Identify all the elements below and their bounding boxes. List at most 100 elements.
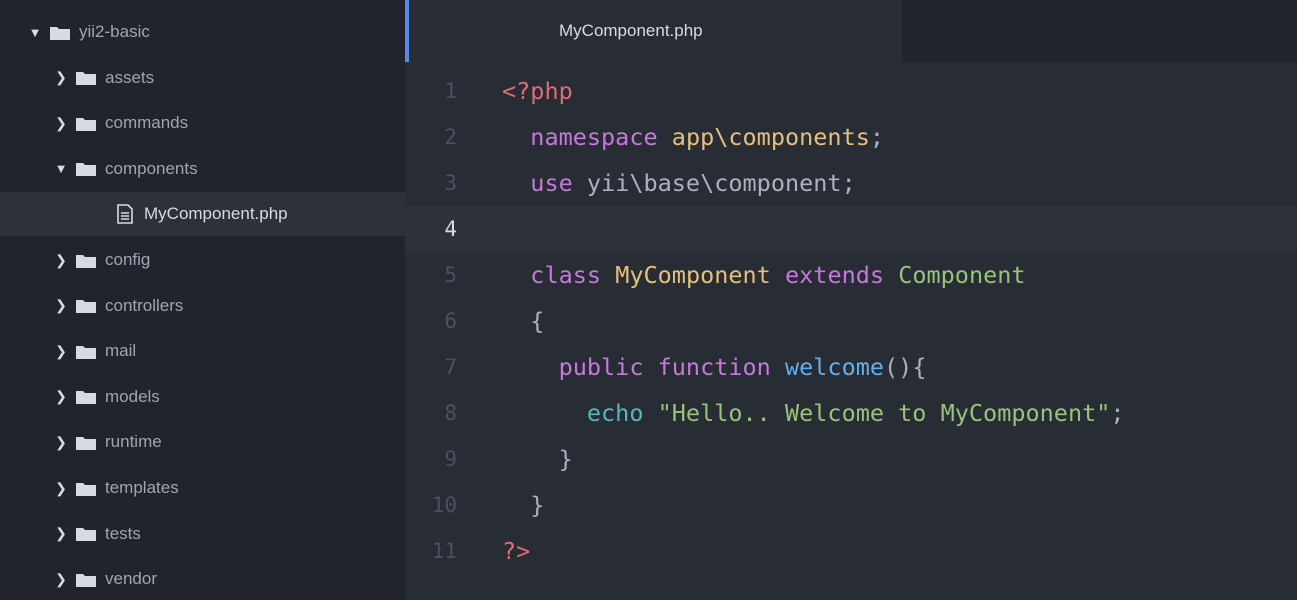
tree-root-yii2-basic[interactable]: ▼ yii2-basic [0, 10, 405, 54]
tree-item-label: tests [105, 523, 141, 543]
code-area[interactable]: 1 <?php 2 namespace app\components; 3 use y… [405, 62, 1297, 600]
tree-item-label: config [105, 250, 151, 269]
line-number: 4 [444, 217, 457, 241]
code-token: echo [586, 399, 644, 427]
tree-item-label: commands [105, 113, 189, 133]
tree-item-label: components [105, 158, 198, 178]
tree-item-label: MyComponent.php [144, 204, 288, 224]
code-line[interactable]: 1 <?php [405, 68, 1297, 114]
line-number: 7 [444, 355, 457, 379]
folder-icon [76, 253, 96, 268]
tab-bar: MyComponent.php [405, 0, 1297, 62]
code-token: <?php [502, 77, 573, 105]
code-token: extends [785, 261, 885, 289]
code-line[interactable]: 4 [405, 206, 1297, 252]
code-line[interactable]: 2 namespace app\components; [405, 114, 1297, 160]
code-text: namespace app\components; [502, 114, 884, 160]
folder-icon [76, 481, 96, 496]
tree-item-label: runtime [105, 432, 162, 452]
tree-item-mail[interactable]: ❯ mail [0, 329, 405, 373]
chevron-right-icon[interactable]: ❯ [52, 571, 70, 588]
line-number: 1 [444, 79, 457, 103]
tree-item-models[interactable]: ❯ models [0, 375, 405, 419]
line-number: 11 [431, 539, 457, 563]
code-token: app\components [671, 123, 870, 151]
code-token: (){ [884, 353, 927, 381]
chevron-right-icon[interactable]: ❯ [52, 69, 70, 86]
chevron-right-icon[interactable]: ❯ [52, 525, 70, 542]
code-line[interactable]: 7 public function welcome(){ [405, 344, 1297, 390]
tab-mycomponent-php[interactable]: MyComponent.php [405, 0, 902, 62]
code-line[interactable]: 11 ?> [405, 528, 1297, 574]
code-line[interactable]: 9 } [405, 436, 1297, 482]
chevron-down-icon[interactable]: ▼ [26, 25, 44, 40]
tree-item-label: yii2-basic [79, 22, 150, 41]
line-number: 6 [444, 309, 457, 333]
code-line[interactable]: 3 use yii\base\component; [405, 160, 1297, 206]
code-text: use yii\base\component; [502, 160, 855, 206]
line-number: 5 [444, 263, 457, 287]
code-token: Component [898, 261, 1026, 289]
code-text: echo "Hello.. Welcome to MyComponent"; [502, 390, 1125, 436]
tree-item-label: controllers [105, 295, 184, 315]
tree-item-vendor[interactable]: ❯ vendor [0, 557, 405, 600]
line-number: 3 [444, 171, 457, 195]
code-token: class [530, 261, 602, 289]
line-number: 10 [431, 493, 457, 517]
chevron-right-icon[interactable]: ❯ [52, 297, 70, 314]
tree-item-label: mail [105, 341, 137, 361]
tree-item-tests[interactable]: ❯ tests [0, 512, 405, 556]
line-number: 2 [444, 125, 457, 149]
tree-item-label: models [105, 386, 160, 406]
chevron-right-icon[interactable]: ❯ [52, 388, 70, 405]
tree-item-label: templates [105, 478, 179, 497]
chevron-right-icon[interactable]: ❯ [52, 343, 70, 360]
code-token: function [657, 353, 771, 381]
folder-icon [76, 526, 96, 542]
tree-item-commands[interactable]: ❯ commands [0, 101, 405, 145]
tree-item-components[interactable]: ▼ components [0, 147, 405, 191]
tree-item-assets[interactable]: ❯ assets [0, 56, 405, 100]
tree-item-runtime[interactable]: ❯ runtime [0, 420, 405, 464]
code-text: class MyComponent extends Component [502, 252, 1026, 298]
code-line[interactable]: 10 } [405, 482, 1297, 528]
code-token: ?> [502, 537, 531, 565]
code-line[interactable]: 6 { [405, 298, 1297, 344]
code-token: use [530, 169, 573, 197]
code-text: ?> [502, 528, 530, 574]
code-text: <?php [502, 68, 573, 114]
line-number: 8 [444, 401, 457, 425]
file-icon [116, 204, 134, 225]
code-text: { [502, 298, 544, 344]
chevron-down-icon[interactable]: ▼ [52, 161, 70, 176]
code-editor: MyComponent.php 1 <?php 2 namespace app\co… [405, 0, 1297, 600]
code-token: } [502, 445, 573, 473]
chevron-right-icon[interactable]: ❯ [52, 252, 70, 269]
code-line[interactable]: 5 class MyComponent extends Component [405, 252, 1297, 298]
code-token: { [502, 307, 545, 335]
tab-label: MyComponent.php [559, 21, 703, 40]
folder-icon [76, 116, 96, 131]
folder-icon [76, 389, 96, 405]
chevron-right-icon[interactable]: ❯ [52, 434, 70, 451]
code-text: } [502, 436, 573, 482]
chevron-right-icon[interactable]: ❯ [52, 115, 70, 132]
file-tree-sidebar: ▼ yii2-basic ❯ assets ❯ commands ▼ components… [0, 0, 405, 600]
chevron-right-icon[interactable]: ❯ [52, 480, 70, 497]
tree-item-config[interactable]: ❯ config [0, 238, 405, 282]
tree-item-mycomponent-php[interactable]: MyComponent.php [0, 192, 405, 237]
code-text: } [502, 482, 544, 528]
tree-item-controllers[interactable]: ❯ controllers [0, 284, 405, 328]
tree-item-templates[interactable]: ❯ templates [0, 466, 405, 510]
code-line[interactable]: 8 echo "Hello.. Welcome to MyComponent"; [405, 390, 1297, 436]
code-token: "Hello.. Welcome to MyComponent" [657, 399, 1111, 427]
